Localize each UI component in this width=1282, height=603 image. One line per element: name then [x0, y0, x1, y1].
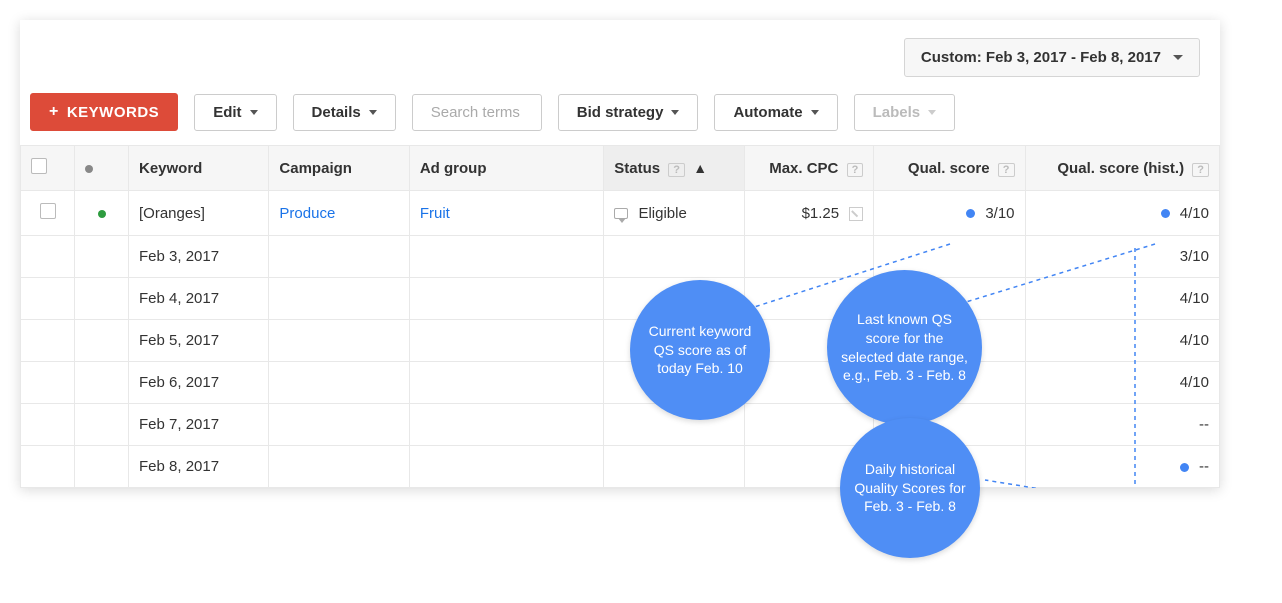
col-status-label: Status [614, 160, 660, 177]
marker-icon [966, 209, 975, 218]
cell-qshist: 4/10 [1025, 191, 1219, 236]
cell-qshist: 4/10 [1025, 320, 1219, 362]
callout-daily-qs: Daily historical Quality Scores for Feb.… [840, 418, 980, 558]
row-checkbox[interactable] [40, 203, 56, 219]
chevron-down-icon [1173, 55, 1183, 60]
col-qual-score-hist[interactable]: Qual. score (hist.) ? [1025, 146, 1219, 191]
edit-button[interactable]: Edit [194, 94, 276, 131]
add-keywords-label: KEYWORDS [67, 104, 159, 121]
cell-status-text: Eligible [638, 205, 686, 222]
col-maxcpc[interactable]: Max. CPC ? [744, 146, 874, 191]
cell-date: Feb 6, 2017 [129, 362, 269, 404]
cell-qs: 3/10 [874, 191, 1025, 236]
cell-adgroup[interactable]: Fruit [409, 191, 603, 236]
table-row-date: Feb 4, 2017 4/10 [21, 278, 1220, 320]
cell-status: Eligible [604, 191, 744, 236]
keywords-table: Keyword Campaign Ad group Status ? ▲ Max… [20, 145, 1220, 488]
daterange-row: Custom: Feb 3, 2017 - Feb 8, 2017 [20, 30, 1220, 93]
pencil-icon[interactable] [849, 207, 863, 221]
table-row-date: Feb 7, 2017 -- [21, 404, 1220, 446]
table-row-main[interactable]: [Oranges] Produce Fruit Eligible $1.25 3… [21, 191, 1220, 236]
col-adgroup[interactable]: Ad group [409, 146, 603, 191]
status-dot-icon [85, 165, 93, 173]
table-row-date: Feb 3, 2017 3/10 [21, 236, 1220, 278]
details-label: Details [312, 104, 361, 121]
callout-text: Current keyword QS score as of today Feb… [642, 322, 758, 379]
labels-label: Labels [873, 104, 921, 121]
toolbar: + KEYWORDS Edit Details Search terms Bid… [20, 93, 1220, 145]
col-qual-score[interactable]: Qual. score ? [874, 146, 1025, 191]
chevron-down-icon [250, 110, 258, 115]
bid-strategy-label: Bid strategy [577, 104, 664, 121]
daterange-label: Custom: Feb 3, 2017 - Feb 8, 2017 [921, 49, 1161, 66]
cell-qshist: -- [1025, 404, 1219, 446]
cell-campaign[interactable]: Produce [269, 191, 409, 236]
plus-icon: + [49, 103, 59, 121]
help-icon[interactable]: ? [847, 163, 864, 177]
col-qshist-label: Qual. score (hist.) [1057, 160, 1184, 177]
automate-button[interactable]: Automate [714, 94, 837, 131]
col-keyword[interactable]: Keyword [129, 146, 269, 191]
cell-maxcpc-value: $1.25 [802, 205, 840, 222]
cell-qshist: 4/10 [1025, 362, 1219, 404]
callout-current-qs: Current keyword QS score as of today Feb… [630, 280, 770, 420]
table-header-row: Keyword Campaign Ad group Status ? ▲ Max… [21, 146, 1220, 191]
table-row-date: Feb 8, 2017 -- [21, 446, 1220, 488]
labels-button[interactable]: Labels [854, 94, 956, 131]
col-maxcpc-label: Max. CPC [769, 160, 838, 177]
help-icon[interactable]: ? [668, 163, 685, 177]
chevron-down-icon [928, 110, 936, 115]
cell-date: Feb 3, 2017 [129, 236, 269, 278]
cell-maxcpc[interactable]: $1.25 [744, 191, 874, 236]
details-button[interactable]: Details [293, 94, 396, 131]
marker-icon [1161, 209, 1170, 218]
marker-icon [1180, 463, 1189, 472]
add-keywords-button[interactable]: + KEYWORDS [30, 93, 178, 131]
cell-date: Feb 5, 2017 [129, 320, 269, 362]
table-row-date: Feb 5, 2017 4/10 [21, 320, 1220, 362]
keywords-panel: Custom: Feb 3, 2017 - Feb 8, 2017 + KEYW… [20, 20, 1220, 488]
chevron-down-icon [671, 110, 679, 115]
chevron-down-icon [811, 110, 819, 115]
cell-qshist-value: 4/10 [1180, 205, 1209, 222]
help-icon[interactable]: ? [1192, 163, 1209, 177]
cell-date: Feb 8, 2017 [129, 446, 269, 488]
cell-qshist: 4/10 [1025, 278, 1219, 320]
col-qs-label: Qual. score [908, 160, 990, 177]
automate-label: Automate [733, 104, 802, 121]
cell-date: Feb 7, 2017 [129, 404, 269, 446]
col-campaign[interactable]: Campaign [269, 146, 409, 191]
col-status[interactable]: Status ? ▲ [604, 146, 744, 191]
checkbox-icon [31, 158, 47, 174]
callout-text: Daily historical Quality Scores for Feb.… [852, 460, 968, 517]
status-dot-icon [98, 210, 106, 218]
col-select-all[interactable] [21, 146, 75, 191]
daterange-picker[interactable]: Custom: Feb 3, 2017 - Feb 8, 2017 [904, 38, 1200, 77]
callout-last-known-qs: Last known QS score for the selected dat… [827, 270, 982, 425]
cell-qs-value: 3/10 [985, 205, 1014, 222]
table-row-date: Feb 6, 2017 4/10 [21, 362, 1220, 404]
cell-qshist: 3/10 [1025, 236, 1219, 278]
edit-label: Edit [213, 104, 241, 121]
cell-qshist: -- [1025, 446, 1219, 488]
cell-qshist-value: -- [1199, 458, 1209, 475]
chevron-down-icon [369, 110, 377, 115]
help-icon[interactable]: ? [998, 163, 1015, 177]
sort-up-icon: ▲ [693, 160, 707, 176]
speech-bubble-icon [614, 208, 628, 219]
cell-date: Feb 4, 2017 [129, 278, 269, 320]
col-status-dot[interactable] [75, 146, 129, 191]
search-terms-input[interactable]: Search terms [412, 94, 542, 131]
callout-text: Last known QS score for the selected dat… [839, 310, 970, 386]
cell-keyword: [Oranges] [129, 191, 269, 236]
bid-strategy-button[interactable]: Bid strategy [558, 94, 699, 131]
